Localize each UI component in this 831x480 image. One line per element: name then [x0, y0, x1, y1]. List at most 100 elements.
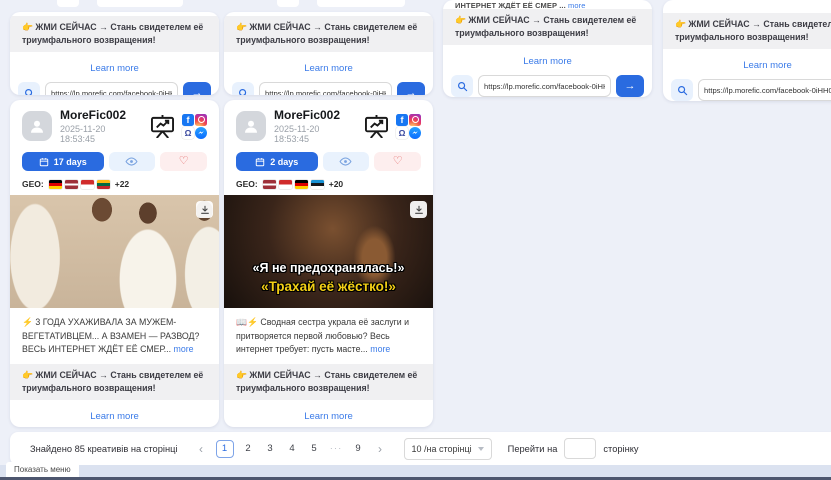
flag-lt-icon [97, 180, 110, 189]
days-label: 17 days [54, 157, 87, 167]
days-label: 2 days [270, 157, 298, 167]
messenger-icon [195, 127, 207, 139]
learn-more-row: Learn more [224, 52, 433, 79]
learn-more-link[interactable]: Learn more [90, 411, 139, 422]
arrow-right-icon: → [192, 88, 203, 95]
calendar-icon [39, 157, 49, 167]
favorite-button[interactable]: ♡ [160, 152, 207, 171]
avatar [236, 111, 266, 141]
geo-flags [49, 180, 110, 189]
cta-text: 👉 ЖМИ СЕЙЧАС → Стань свидетелем её триум… [22, 370, 203, 393]
profile-name: MoreFic002 [60, 108, 142, 122]
instagram-icon [195, 114, 207, 126]
favorite-button[interactable]: ♡ [374, 152, 421, 171]
url-row: → [10, 80, 219, 95]
open-url-button[interactable]: → [183, 82, 211, 95]
profile-row: MoreFic002 2025-11-20 18:53:45 f Ω [224, 100, 433, 144]
learn-more-row: Learn more [10, 52, 219, 79]
page-button-9[interactable]: 9 [351, 443, 366, 454]
page-button-3[interactable]: 3 [263, 443, 278, 454]
cta-text: 👉 ЖМИ СЕЙЧАС → Стань свидетелем её триум… [236, 370, 417, 393]
geo-more-count[interactable]: +22 [115, 179, 129, 189]
facebook-icon: f [396, 114, 408, 126]
chevron-down-icon [478, 447, 484, 451]
pagination-bar: Знайдено 85 креативів на сторінці ‹ 1 2 … [10, 432, 831, 465]
flag-de-icon [49, 180, 62, 189]
learn-more-link[interactable]: Learn more [304, 411, 353, 422]
profile-text: MoreFic002 2025-11-20 18:53:45 [60, 108, 142, 144]
open-url-button[interactable]: → [616, 75, 644, 97]
page-size-select[interactable]: 10 /на сторінці [404, 438, 492, 460]
facebook-icon: f [182, 114, 194, 126]
arrow-right-icon: → [625, 81, 636, 92]
goto-page-input[interactable] [564, 438, 596, 459]
creative-image[interactable] [10, 195, 219, 308]
url-input[interactable] [259, 82, 392, 95]
page-button-1[interactable]: 1 [216, 440, 234, 458]
url-row [663, 77, 831, 101]
person-icon [242, 117, 260, 135]
learn-more-link[interactable]: Learn more [523, 56, 572, 67]
show-menu-button[interactable]: Показать меню [6, 462, 79, 477]
download-image-button[interactable] [410, 201, 427, 218]
goto-page-suffix: сторінку [603, 444, 638, 454]
platform-icons: f Ω [364, 114, 421, 139]
search-icon [24, 88, 35, 95]
geo-more-count[interactable]: +20 [329, 179, 343, 189]
page-button-4[interactable]: 4 [285, 443, 300, 454]
eye-icon [125, 155, 138, 168]
image-overlay-text-2: «Трахай её жёстко!» [224, 279, 433, 294]
learn-more-row: Learn more [663, 49, 831, 76]
learn-more-link[interactable]: Learn more [743, 60, 792, 71]
placement-icons: f Ω [396, 114, 421, 139]
avatar [22, 111, 52, 141]
page-button-2[interactable]: 2 [241, 443, 256, 454]
profile-name: MoreFic002 [274, 108, 356, 122]
learn-more-link[interactable]: Learn more [90, 63, 139, 74]
creative-date: 2025-11-20 18:53:45 [60, 124, 142, 144]
download-icon [414, 205, 424, 215]
page-ellipsis[interactable]: ··· [329, 443, 344, 454]
url-input[interactable] [698, 79, 831, 101]
geo-label: GEO: [236, 179, 258, 189]
cta-text: 👉 ЖМИ СЕЙЧАС → Стань свидетелем её триум… [22, 22, 203, 45]
next-page-button[interactable]: › [373, 442, 388, 456]
creative-image[interactable]: «Я не предохранялась!» «Трахай её жёстко… [224, 195, 433, 308]
ad-card-cutoff-2: 👉 ЖМИ СЕЙЧАС → Стань свидетелем её триум… [224, 12, 433, 95]
search-button[interactable] [232, 82, 254, 95]
messenger-icon [409, 127, 421, 139]
cta-text: 👉 ЖМИ СЕЙЧАС → Стань свидетелем её триум… [236, 22, 417, 45]
open-url-button[interactable]: → [397, 82, 425, 95]
page-button-5[interactable]: 5 [307, 443, 322, 454]
ad-text-block: ⚡ 3 ГОДА УХАЖИВАЛА ЗА МУЖЕМ-ВЕГЕТАТИВЦЕМ… [10, 308, 219, 357]
search-button[interactable] [18, 82, 40, 95]
profile-text: MoreFic002 2025-11-20 18:53:45 [274, 108, 356, 144]
ad-card-cutoff-3: ИНТЕРНЕТ ЖДЁТ ЕЁ СМЕР ... more 👉 ЖМИ СЕЙ… [443, 0, 652, 97]
cut-off-element [277, 0, 299, 7]
geo-row: GEO: +20 [224, 171, 433, 189]
ad-text-block: 📖⚡ Сводная сестра украла её заслуги и пр… [224, 308, 433, 357]
learn-more-link[interactable]: Learn more [304, 63, 353, 74]
search-icon [457, 81, 468, 92]
eye-icon [339, 155, 352, 168]
search-icon [238, 88, 249, 95]
badge-row: 2 days ♡ [224, 144, 433, 171]
url-input[interactable] [478, 75, 611, 97]
url-input[interactable] [45, 82, 178, 95]
more-link[interactable]: more [370, 344, 390, 354]
days-active-button[interactable]: 2 days [236, 152, 318, 171]
views-button[interactable] [323, 152, 370, 171]
more-link[interactable]: more [568, 1, 586, 9]
prev-page-button[interactable]: ‹ [194, 442, 209, 456]
flag-id-icon [81, 180, 94, 189]
more-link[interactable]: more [174, 344, 194, 354]
search-icon [677, 85, 688, 96]
search-button[interactable] [671, 79, 693, 101]
cta-bar: 👉 ЖМИ СЕЙЧАС → Стань свидетелем её триум… [10, 364, 219, 400]
days-active-button[interactable]: 17 days [22, 152, 104, 171]
views-button[interactable] [109, 152, 156, 171]
download-image-button[interactable] [196, 201, 213, 218]
geo-label: GEO: [22, 179, 44, 189]
search-button[interactable] [451, 75, 473, 97]
flag-de-icon [295, 180, 308, 189]
